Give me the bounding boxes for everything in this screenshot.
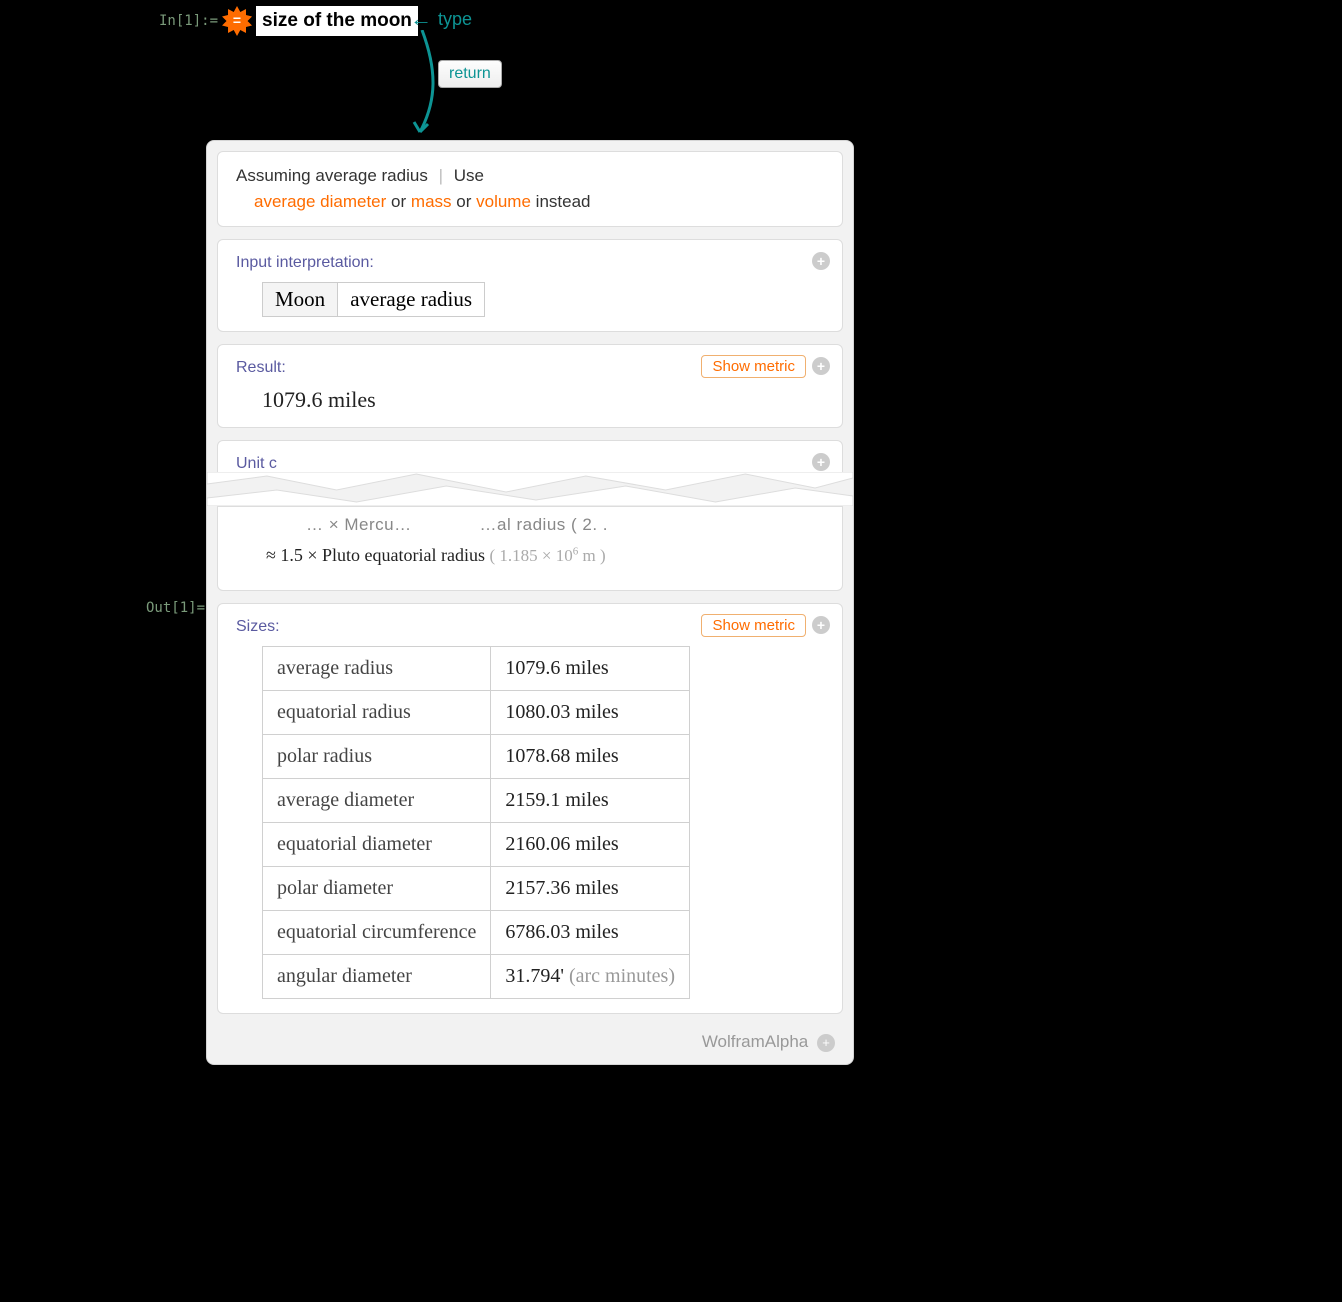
table-row: equatorial diameter2160.06 miles — [263, 823, 690, 867]
assumption-alt-diameter[interactable]: average diameter — [254, 192, 386, 211]
comparison-detail-a: ( 1.185 × 10 — [490, 546, 573, 565]
fragment-left: … × Mercu… — [306, 515, 412, 534]
size-label: average radius — [263, 647, 491, 691]
in-label: In[1]:= — [159, 13, 218, 29]
assumption-prefix: Assuming average radius — [236, 166, 428, 185]
size-value: 6786.03 miles — [491, 911, 690, 955]
size-value: 2157.36 miles — [491, 867, 690, 911]
torn-edge-icon — [207, 472, 853, 506]
table-row: angular diameter31.794' (arc minutes) — [263, 955, 690, 999]
comparison-detail-b: m ) — [578, 546, 605, 565]
assumption-alt-volume[interactable]: volume — [476, 192, 531, 211]
assumption-suffix: instead — [536, 192, 591, 211]
comparison-prefix: ≈ 1.5 — [266, 545, 303, 565]
size-value: 1079.6 miles — [491, 647, 690, 691]
size-label: equatorial diameter — [263, 823, 491, 867]
wolfram-equals-icon[interactable] — [222, 6, 252, 36]
footer: WolframAlpha + — [217, 1026, 843, 1054]
show-metric-button[interactable]: Show metric — [701, 614, 806, 637]
plus-icon[interactable]: + — [812, 252, 830, 270]
comparison-line-pluto: ≈ 1.5 × Pluto equatorial radius ( 1.185 … — [266, 545, 824, 566]
query-input[interactable]: size of the moon — [256, 6, 418, 36]
size-unit: (arc minutes) — [564, 965, 675, 987]
type-label: type — [438, 9, 472, 30]
interpretation-title: Input interpretation: — [236, 254, 824, 272]
type-annotation: ← type — [410, 6, 472, 32]
assumption-pod: Assuming average radius | Use average di… — [217, 151, 843, 227]
size-value: 1078.68 miles — [491, 735, 690, 779]
size-label: average diameter — [263, 779, 491, 823]
or-text: or — [391, 192, 406, 211]
arrow-left-icon: ← — [410, 6, 432, 32]
fragment-right: …al radius ( 2. . — [480, 515, 609, 534]
unit-pod-title: Unit c — [236, 455, 824, 473]
or-text: or — [456, 192, 471, 211]
footer-brand[interactable]: WolframAlpha — [702, 1032, 808, 1051]
unit-conversions-pod-bottom: … × Mercu… …al radius ( 2. . ≈ 1.5 × Plu… — [217, 506, 843, 591]
curve-arrow-icon — [402, 30, 442, 140]
size-label: equatorial circumference — [263, 911, 491, 955]
size-label: polar radius — [263, 735, 491, 779]
interpretation-table: Moon average radius — [262, 282, 485, 317]
table-row: average radius1079.6 miles — [263, 647, 690, 691]
assumption-use: Use — [454, 166, 484, 185]
table-row: polar radius1078.68 miles — [263, 735, 690, 779]
comparison-fragment: … × Mercu… …al radius ( 2. . — [306, 515, 824, 535]
interpretation-pod: + Input interpretation: Moon average rad… — [217, 239, 843, 332]
interpretation-property: average radius — [338, 283, 485, 317]
result-pod: Show metric + Result: 1079.6 miles — [217, 344, 843, 428]
plus-icon[interactable]: + — [812, 357, 830, 375]
table-row: equatorial radius1080.03 miles — [263, 691, 690, 735]
show-metric-button[interactable]: Show metric — [701, 355, 806, 378]
out-label: Out[1]= — [146, 600, 205, 616]
input-row: In[1]:= size of the moon — [159, 6, 418, 36]
assumption-line-1: Assuming average radius | Use — [236, 166, 824, 186]
result-value: 1079.6 miles — [262, 387, 824, 413]
size-label: angular diameter — [263, 955, 491, 999]
size-label: polar diameter — [263, 867, 491, 911]
plus-icon[interactable]: + — [812, 453, 830, 471]
interpretation-entity: Moon — [263, 283, 338, 317]
assumption-alt-mass[interactable]: mass — [411, 192, 452, 211]
return-key-button[interactable]: return — [438, 60, 502, 88]
assumption-line-2: average diameter or mass or volume inste… — [236, 192, 824, 212]
size-label: equatorial radius — [263, 691, 491, 735]
wolfram-alpha-result-panel: Assuming average radius | Use average di… — [206, 140, 854, 1065]
sizes-table: average radius1079.6 milesequatorial rad… — [262, 646, 690, 999]
size-value: 2160.06 miles — [491, 823, 690, 867]
table-row: equatorial circumference6786.03 miles — [263, 911, 690, 955]
size-value: 31.794' (arc minutes) — [491, 955, 690, 999]
divider-icon: | — [439, 166, 443, 185]
plus-icon[interactable]: + — [817, 1034, 835, 1052]
sizes-pod: Show metric + Sizes: average radius1079.… — [217, 603, 843, 1014]
comparison-mid: × Pluto equatorial radius — [307, 545, 485, 565]
size-value: 1080.03 miles — [491, 691, 690, 735]
size-value: 2159.1 miles — [491, 779, 690, 823]
table-row: average diameter2159.1 miles — [263, 779, 690, 823]
table-row: polar diameter2157.36 miles — [263, 867, 690, 911]
plus-icon[interactable]: + — [812, 616, 830, 634]
